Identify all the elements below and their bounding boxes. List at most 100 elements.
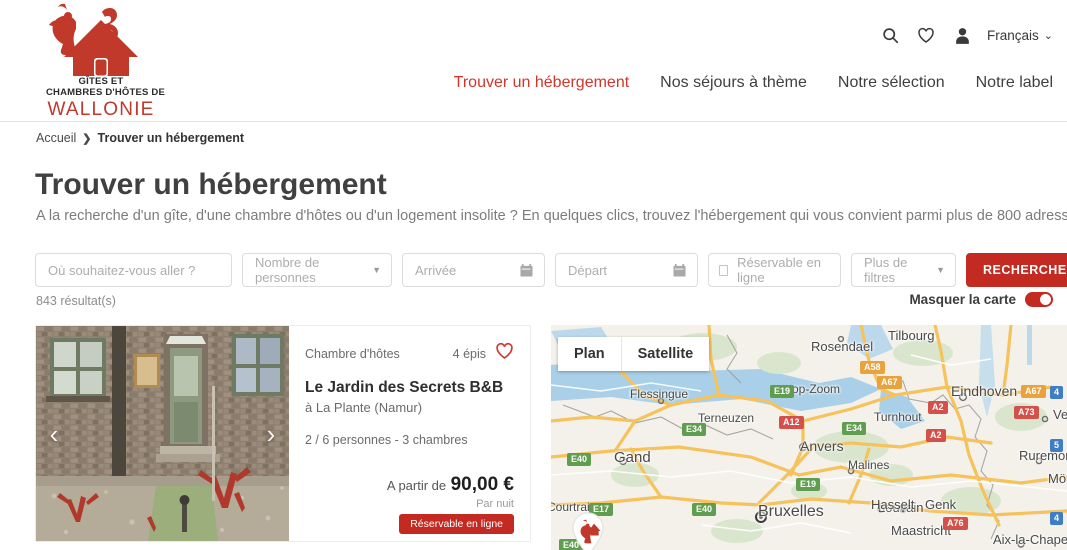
site-logo[interactable]: GÎTES ET CHAMBRES D'HÔTES DE WALLONIE xyxy=(46,2,165,120)
breadcrumb-home[interactable]: Accueil xyxy=(36,131,76,145)
listing-photo[interactable]: ‹ › xyxy=(36,326,289,541)
map-city-label: op-Zoom xyxy=(792,382,841,396)
carousel-next-button[interactable]: › xyxy=(259,421,283,447)
chevron-down-icon: ⌄ xyxy=(1043,29,1053,42)
map-city-label: Flessingue xyxy=(630,387,689,401)
map-city-label: Bruxelles xyxy=(758,503,824,520)
map-city-label: Rosendael xyxy=(811,339,874,354)
page-lead: A la recherche d'un gîte, d'une chambre … xyxy=(36,208,1067,224)
hide-map-label: Masquer la carte xyxy=(909,292,1016,307)
listing-card[interactable]: ‹ › Chambre d'hôtes 4 épis Le Jardin des… xyxy=(35,325,531,542)
listing-name[interactable]: Le Jardin des Secrets B&B xyxy=(305,379,514,397)
price-unit: Par nuit xyxy=(476,498,514,510)
listing-meta-row: Chambre d'hôtes 4 épis xyxy=(305,342,514,365)
map-city-label: Terneuzen xyxy=(698,411,755,425)
map-road-shield: E34 xyxy=(842,422,867,436)
destination-input[interactable]: Où souhaitez-vous aller ? xyxy=(35,253,232,287)
listing-location: à La Plante (Namur) xyxy=(305,400,423,415)
map-road-shield: E19 xyxy=(770,385,795,399)
map-city-label: Mönch xyxy=(1048,471,1067,486)
listing-photo-image xyxy=(36,326,289,541)
map-city-label: Anvers xyxy=(800,438,844,454)
departure-date-input[interactable]: Départ xyxy=(555,253,698,287)
map-road-shield: A73 xyxy=(1014,406,1039,420)
departure-date-label: Départ xyxy=(568,262,608,278)
map-road-shield: A67 xyxy=(1021,385,1046,399)
chevron-right-icon: ❯ xyxy=(82,132,92,145)
nav-item-nos-sejours-a-theme[interactable]: Nos séjours à thème xyxy=(660,74,807,92)
map-road-shield: E34 xyxy=(682,423,707,437)
calendar-icon xyxy=(520,263,533,277)
search-button[interactable]: RECHERCHER xyxy=(966,253,1067,287)
map-city-label: Maastricht xyxy=(891,523,951,538)
hide-map-toggle[interactable]: Masquer la carte xyxy=(909,292,1053,307)
map-city-label: Tilbourg xyxy=(888,328,935,343)
logo-line-1: GÎTES ET xyxy=(78,76,124,87)
bookable-online-checkbox[interactable]: Réservable en ligne xyxy=(708,253,841,287)
map-road-shield: A2 xyxy=(926,429,946,443)
price-amount: 90,00 € xyxy=(450,474,514,495)
people-count-select[interactable]: Nombre de personnes ▼ xyxy=(242,253,392,287)
map-city-label: Genk xyxy=(925,497,957,512)
page-title: Trouver un hébergement xyxy=(35,168,387,201)
bookable-online-label: Réservable en ligne xyxy=(737,255,821,285)
search-filter-bar: Où souhaitez-vous aller ? Nombre de pers… xyxy=(35,253,1067,287)
nav-item-trouver-un-hebergement[interactable]: Trouver un hébergement xyxy=(454,74,630,92)
more-filters-select[interactable]: Plus de filtres ▼ xyxy=(851,253,956,287)
people-count-label: Nombre de personnes xyxy=(255,255,320,285)
carousel-prev-button[interactable]: ‹ xyxy=(42,421,66,447)
destination-placeholder: Où souhaitez-vous aller ? xyxy=(48,262,196,278)
listing-rating: 4 épis xyxy=(452,346,486,361)
favorite-heart-icon[interactable] xyxy=(495,342,514,365)
site-header: GÎTES ET CHAMBRES D'HÔTES DE WALLONIE Fr… xyxy=(0,0,1067,122)
utility-bar: Français ⌄ xyxy=(879,24,1053,46)
map-road-shield: A58 xyxy=(860,361,885,375)
map-road-shield: 4 xyxy=(1050,512,1064,526)
calendar-icon xyxy=(673,263,686,277)
listing-price-block: A partir de 90,00 € Par nuit xyxy=(387,474,514,510)
map-city-label: Malines xyxy=(848,458,890,472)
map-city-label: Eindhoven xyxy=(951,383,1018,399)
map-type-plan[interactable]: Plan xyxy=(558,337,621,371)
search-icon[interactable] xyxy=(879,24,901,46)
checkbox-icon xyxy=(719,264,729,276)
heart-icon[interactable] xyxy=(915,24,937,46)
more-filters-label: Plus de filtres xyxy=(864,255,908,285)
breadcrumb-current: Trouver un hébergement xyxy=(97,131,245,145)
map-city-label: Venlo xyxy=(1053,407,1067,422)
listing-capacity: 2 / 6 personnes - 3 chambres xyxy=(305,433,468,447)
arrival-date-input[interactable]: Arrivée xyxy=(402,253,545,287)
rooster-house-logo-icon xyxy=(49,3,138,77)
search-results-page: GÎTES ET CHAMBRES D'HÔTES DE WALLONIE Fr… xyxy=(0,0,1067,550)
breadcrumb: Accueil ❯ Trouver un hébergement xyxy=(36,131,244,145)
language-selector[interactable]: Français ⌄ xyxy=(987,28,1053,43)
nav-item-notre-label[interactable]: Notre label xyxy=(976,74,1053,92)
map-road-shield: 5 xyxy=(1050,439,1064,453)
map-road-shield: 4 xyxy=(1050,386,1064,400)
arrival-date-label: Arrivée xyxy=(415,262,457,278)
map-city-label: Hasselt xyxy=(871,497,915,512)
logo-line-3: WALLONIE xyxy=(47,99,155,120)
listing-meta-right: 4 épis xyxy=(453,342,514,365)
map-road-shield: A76 xyxy=(943,517,968,531)
logo-wordmark: GÎTES ET CHAMBRES D'HÔTES DE WALLONIE xyxy=(46,76,166,121)
logo-line-2: CHAMBRES D'HÔTES DE xyxy=(46,87,166,98)
map-type-switcher: Plan Satellite xyxy=(558,337,710,371)
map-road-shield: A12 xyxy=(779,416,804,430)
map-road-shield: A67 xyxy=(877,376,902,390)
price-prefix: A partir de xyxy=(386,478,447,493)
language-label: Français xyxy=(987,27,1039,43)
map-road-shield: E19 xyxy=(796,478,821,492)
bookable-online-badge[interactable]: Réservable en ligne xyxy=(399,514,514,534)
user-icon[interactable] xyxy=(951,24,973,46)
map-type-satellite[interactable]: Satellite xyxy=(620,337,710,371)
toggle-switch[interactable] xyxy=(1025,292,1053,307)
nav-item-notre-selection[interactable]: Notre sélection xyxy=(838,74,945,92)
map-city-label: Turnhout xyxy=(874,410,922,424)
results-count: 843 résultat(s) xyxy=(36,294,116,308)
results-map[interactable]: Rosendael Tilbourg op-Zoom Flessingue Terneu… xyxy=(551,325,1067,550)
main-navigation: Trouver un hébergement Nos séjours à thè… xyxy=(454,74,1053,92)
map-city-label: Gand xyxy=(614,449,651,466)
chevron-down-icon: ▼ xyxy=(936,265,945,275)
map-marker-pin[interactable] xyxy=(571,512,605,550)
